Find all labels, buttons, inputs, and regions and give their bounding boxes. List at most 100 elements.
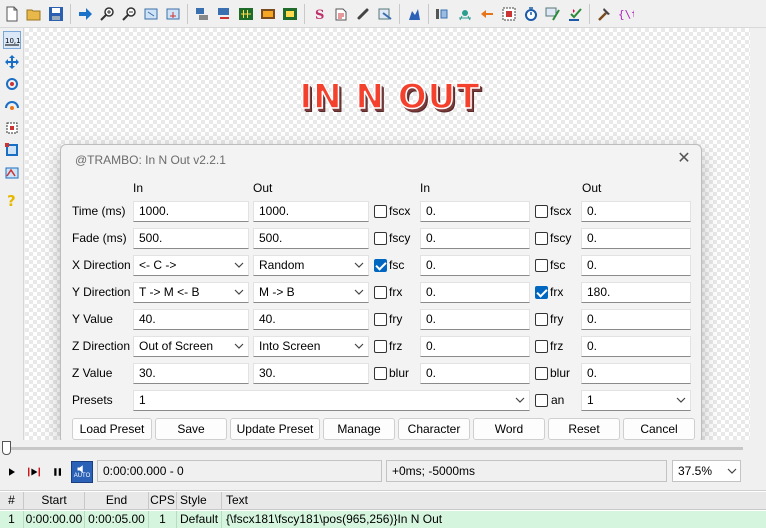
audio-waveform-icon[interactable] [236,4,255,24]
y-direction-out-select[interactable]: M -> B [253,282,369,303]
column-header-style[interactable]: Style [177,492,222,510]
fscy-in-value[interactable]: 0. [420,228,530,249]
help-icon[interactable] [404,4,423,24]
fonts-icon[interactable] [477,4,496,24]
z-value-in-input[interactable]: 30. [133,363,249,384]
frz-out-checkbox[interactable] [535,340,548,353]
play-icon[interactable] [3,463,21,481]
rotate-z-tool-icon[interactable] [3,75,21,93]
y-direction-in-select[interactable]: T -> M <- B [133,282,249,303]
frx-in-value[interactable]: 0. [420,282,530,303]
fsc-out-value[interactable]: 0. [581,255,691,276]
assistant-icon[interactable] [375,4,394,24]
fscx-out-checkbox[interactable] [535,205,548,218]
video-scrollbar[interactable] [750,28,766,440]
character-button[interactable]: Character [398,418,470,440]
fscx-in-value[interactable]: 0. [420,201,530,222]
auto-scroll-toggle[interactable]: AUTO [71,461,93,483]
zoom-in-icon[interactable] [97,4,116,24]
y-value-out-input[interactable]: 40. [253,309,369,330]
reset-button[interactable]: Reset [548,418,620,440]
y-value-in-input[interactable]: 40. [133,309,249,330]
spell-check-icon[interactable]: S [309,4,328,24]
z-direction-in-select[interactable]: Out of Screen [133,336,249,357]
fsc-in-checkbox[interactable] [374,259,387,272]
attachments-icon[interactable] [331,4,350,24]
zoom-out-icon[interactable] [119,4,138,24]
z-value-out-input[interactable]: 30. [253,363,369,384]
styles-icon[interactable] [192,4,211,24]
frz-out-value[interactable]: 0. [581,336,691,357]
frz-in-checkbox[interactable] [374,340,387,353]
video-details-icon[interactable] [214,4,233,24]
time-ms-out-input[interactable]: 1000. [253,201,369,222]
an-checkbox[interactable] [535,394,548,407]
file-link-icon[interactable] [353,4,372,24]
save-icon[interactable] [46,4,65,24]
new-file-icon[interactable] [2,4,21,24]
frx-out-value[interactable]: 180. [581,282,691,303]
fry-in-value[interactable]: 0. [420,309,530,330]
blur-in-value[interactable]: 0. [420,363,530,384]
cell-start[interactable]: 0:00:00.00 [24,511,85,528]
fscy-out-checkbox[interactable] [535,232,548,245]
time-display[interactable]: 0:00:00.000 - 0 [97,460,382,482]
open-folder-icon[interactable] [24,4,43,24]
seek-thumb[interactable] [2,441,11,455]
fscy-out-value[interactable]: 0. [581,228,691,249]
fsc-out-checkbox[interactable] [535,259,548,272]
blur-out-checkbox[interactable] [535,367,548,380]
column-header-text[interactable]: Text [222,492,766,510]
frx-in-checkbox[interactable] [374,286,387,299]
automation-macros-icon[interactable] [543,4,562,24]
subtitle-tool-icon[interactable] [565,4,584,24]
fade-ms-out-input[interactable]: 500. [253,228,369,249]
frx-out-checkbox[interactable] [535,286,548,299]
jump-to-icon[interactable] [75,4,94,24]
word-button[interactable]: Word [473,418,545,440]
fry-in-checkbox[interactable] [374,313,387,326]
clip-tool-icon[interactable] [3,141,21,159]
save-button[interactable]: Save [155,418,227,440]
detect-scenes-icon[interactable] [521,4,540,24]
frz-in-value[interactable]: 0. [420,336,530,357]
keyframes-icon[interactable] [280,4,299,24]
timing-post-icon[interactable] [499,4,518,24]
cell-text[interactable]: {\fscx181\fscy181\pos(965,256)}In N Out [222,511,766,528]
video-frame-icon[interactable] [258,4,277,24]
z-direction-out-select[interactable]: Into Screen [253,336,369,357]
abcd-tags-icon[interactable]: {\t} [616,4,635,24]
fry-out-checkbox[interactable] [535,313,548,326]
standard-tool-icon[interactable]: 10,1 [3,31,21,49]
cell-number[interactable]: 1 [0,511,24,528]
update-preset-button[interactable]: Update Preset [230,418,320,440]
automation-tools-icon[interactable] [594,4,613,24]
presets-select[interactable]: 1 [133,390,530,411]
cancel-button[interactable]: Cancel [623,418,695,440]
pause-icon[interactable] [49,463,67,481]
video-tools-icon[interactable] [163,4,182,24]
fry-out-value[interactable]: 0. [581,309,691,330]
play-line-icon[interactable] [25,463,43,481]
an-select[interactable]: 1 [581,390,691,411]
x-direction-out-select[interactable]: Random [253,255,369,276]
manage-button[interactable]: Manage [323,418,395,440]
cell-style[interactable]: Default [177,511,222,528]
zoom-select[interactable]: 37.5% [672,460,741,482]
x-direction-in-select[interactable]: <- C -> [133,255,249,276]
drag-tool-icon[interactable] [3,53,21,71]
column-header-number[interactable]: # [0,492,24,510]
column-header-cps[interactable]: CPS [149,492,177,510]
cell-end[interactable]: 0:00:05.00 [85,511,149,528]
help-question-icon[interactable]: ? [3,191,21,209]
fscy-in-checkbox[interactable] [374,232,387,245]
close-icon[interactable]: ✕ [675,150,693,168]
blur-in-checkbox[interactable] [374,367,387,380]
rotate-xy-tool-icon[interactable] [3,97,21,115]
column-header-start[interactable]: Start [24,492,85,510]
column-header-end[interactable]: End [85,492,149,510]
fsc-in-value[interactable]: 0. [420,255,530,276]
time-ms-in-input[interactable]: 1000. [133,201,249,222]
blur-out-value[interactable]: 0. [581,363,691,384]
fade-ms-in-input[interactable]: 500. [133,228,249,249]
